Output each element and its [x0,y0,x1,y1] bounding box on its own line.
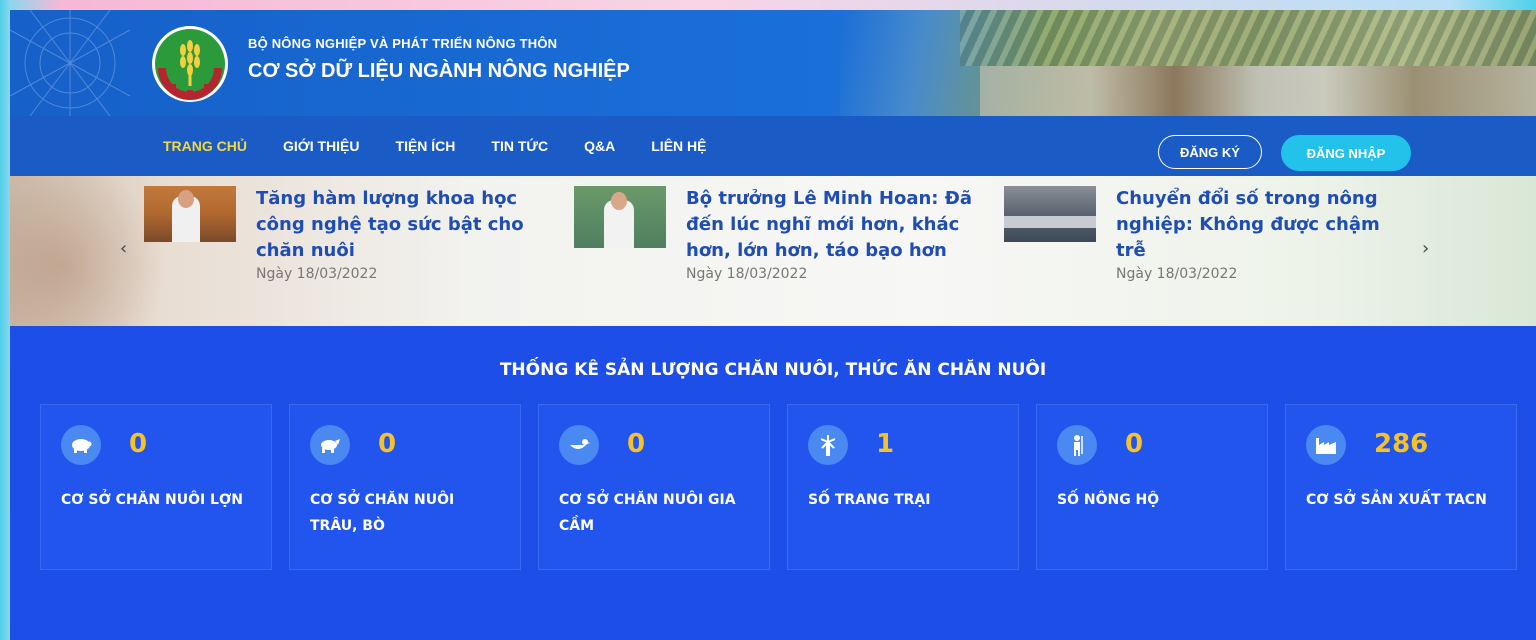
news-title[interactable]: Chuyển đổi số trong nông nghiệp: Không đ… [1116,186,1406,264]
stat-card-households[interactable]: 0 SỐ NÔNG HỘ [1036,404,1268,570]
news-date: Ngày 18/03/2022 [1116,266,1238,282]
carousel-next-arrow[interactable]: › [1422,238,1429,259]
news-card[interactable]: Tăng hàm lượng khoa học công nghệ tạo sứ… [144,186,546,282]
news-thumbnail[interactable] [144,186,236,242]
main-nav: TRANG CHỦ GIỚI THIỆU TIỆN ÍCH TIN TỨC Q&… [10,116,1536,176]
register-button[interactable]: ĐĂNG KÝ [1158,135,1262,169]
nav-item-contact[interactable]: LIÊN HỆ [651,138,706,154]
ministry-name: BỘ NÔNG NGHIỆP VÀ PHÁT TRIỂN NÔNG THÔN [248,36,558,51]
ministry-logo[interactable] [150,24,230,104]
stat-card-poultry[interactable]: 0 CƠ SỞ CHĂN NUÔI GIA CẦM [538,404,770,570]
stat-card-buffalo[interactable]: 0 CƠ SỞ CHĂN NUÔI TRÂU, BÒ [289,404,521,570]
site-title[interactable]: CƠ SỞ DỮ LIỆU NGÀNH NÔNG NGHIỆP [248,60,630,83]
stat-label: CƠ SỞ SẢN XUẤT TACN [1306,492,1487,508]
site-header: BỘ NÔNG NGHIỆP VÀ PHÁT TRIỂN NÔNG THÔN C… [10,10,1536,116]
news-thumbnail[interactable] [1004,186,1096,242]
news-carousel: ‹ › Tăng hàm lượng khoa học công nghệ tạ… [10,176,1536,326]
header-pattern [10,10,131,116]
stat-card-farms[interactable]: 1 SỐ TRANG TRẠI [787,404,1019,570]
stat-value: 286 [1374,429,1429,459]
buffalo-icon [310,425,350,465]
news-card[interactable]: Chuyển đổi số trong nông nghiệp: Không đ… [1004,186,1406,282]
login-button[interactable]: ĐĂNG NHẬP [1281,135,1411,171]
nav-item-home[interactable]: TRANG CHỦ [163,138,247,154]
news-card[interactable]: Bộ trưởng Lê Minh Hoan: Đã đến lúc nghĩ … [574,186,976,282]
duck-icon [559,425,599,465]
stat-label: SỐ NÔNG HỘ [1057,492,1160,508]
stat-value: 1 [876,429,895,459]
carousel-prev-arrow[interactable]: ‹ [120,238,127,259]
nav-item-about[interactable]: GIỚI THIỆU [283,138,360,154]
stat-label: SỐ TRANG TRẠI [808,492,931,508]
news-date: Ngày 18/03/2022 [686,266,808,282]
news-thumbnail[interactable] [574,186,666,248]
farmer-icon [1057,425,1097,465]
stat-label: CƠ SỞ CHĂN NUÔI GIA CẦM [559,492,736,534]
nav-item-qa[interactable]: Q&A [584,138,615,154]
stat-value: 0 [1125,429,1144,459]
stats-section-title: THỐNG KÊ SẢN LƯỢNG CHĂN NUÔI, THỨC ĂN CH… [499,360,1047,380]
stat-value: 0 [129,429,148,459]
nav-item-news[interactable]: TIN TỨC [491,138,548,154]
news-date: Ngày 18/03/2022 [256,266,378,282]
stat-card-pig[interactable]: 0 CƠ SỞ CHĂN NUÔI LỢN [40,404,272,570]
header-banner-photo [840,10,1536,116]
page-frame: BỘ NÔNG NGHIỆP VÀ PHÁT TRIỂN NÔNG THÔN C… [10,10,1536,640]
stat-card-feed-producers[interactable]: 286 CƠ SỞ SẢN XUẤT TACN [1285,404,1517,570]
news-title[interactable]: Bộ trưởng Lê Minh Hoan: Đã đến lúc nghĩ … [686,186,976,264]
stat-value: 0 [378,429,397,459]
nav-item-utilities[interactable]: TIỆN ÍCH [396,138,456,154]
pig-icon [61,425,101,465]
stat-label: CƠ SỞ CHĂN NUÔI LỢN [61,492,243,508]
factory-icon [1306,425,1346,465]
windmill-icon [808,425,848,465]
stat-label: CƠ SỞ CHĂN NUÔI TRÂU, BÒ [310,492,455,534]
news-title[interactable]: Tăng hàm lượng khoa học công nghệ tạo sứ… [256,186,546,264]
stat-value: 0 [627,429,646,459]
nav-menu: TRANG CHỦ GIỚI THIỆU TIỆN ÍCH TIN TỨC Q&… [163,116,742,176]
